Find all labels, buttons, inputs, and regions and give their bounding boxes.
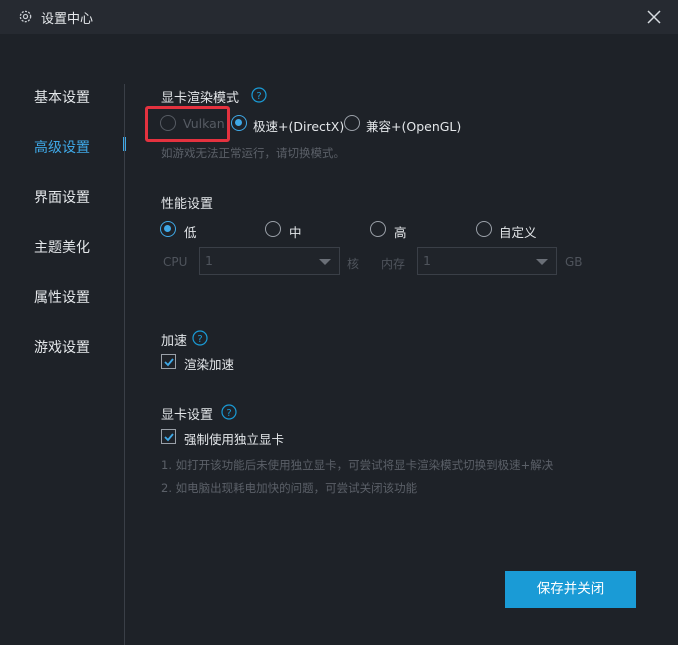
render-mode-hint: 如游戏无法正常运行，请切换模式。 — [161, 146, 345, 160]
radio-opengl[interactable] — [344, 115, 360, 131]
radio-perf-high-label: 高 — [394, 225, 407, 240]
sidebar-divider — [124, 84, 125, 645]
cpu-label: CPU — [163, 255, 188, 269]
render-mode-title: 显卡渲染模式 — [161, 91, 240, 106]
cpu-select[interactable]: 1 — [199, 247, 340, 275]
gpu-note-1: 1. 如打开该功能后未使用独立显卡，可尝试将显卡渲染模式切换到极速+解决 — [161, 458, 554, 472]
checkmark-icon — [164, 433, 174, 442]
svg-text:?: ? — [197, 334, 202, 345]
force-gpu-checkbox[interactable] — [161, 429, 176, 444]
radio-perf-low[interactable] — [160, 221, 176, 237]
sidebar-item-theme[interactable]: 主题美化 — [34, 237, 90, 257]
force-gpu-label: 强制使用独立显卡 — [184, 432, 285, 447]
window-title: 设置中心 — [41, 12, 94, 27]
radio-perf-mid[interactable] — [265, 221, 281, 237]
sidebar-item-advanced[interactable]: 高级设置 — [34, 137, 90, 157]
highlight-annotation — [145, 106, 230, 142]
radio-perf-mid-label: 中 — [289, 225, 302, 240]
cpu-select-value: 1 — [205, 253, 213, 268]
radio-opengl-label: 兼容+(OpenGL) — [366, 119, 462, 134]
radio-directx-label: 极速+(DirectX) — [253, 119, 345, 134]
gpu-note-2: 2. 如电脑出现耗电加快的问题，可尝试关闭该功能 — [161, 481, 418, 495]
question-circle-icon[interactable]: ? — [251, 87, 267, 103]
radio-directx[interactable] — [231, 115, 247, 131]
acceleration-title: 加速 — [161, 334, 188, 349]
chevron-down-icon — [536, 259, 548, 265]
performance-title: 性能设置 — [161, 197, 214, 212]
title-bar: 设置中心 — [0, 0, 678, 34]
radio-perf-high[interactable] — [370, 221, 386, 237]
radio-perf-custom[interactable] — [476, 221, 492, 237]
memory-select-value: 1 — [423, 253, 431, 268]
memory-label: 内存 — [381, 257, 406, 271]
render-accel-checkbox[interactable] — [161, 354, 176, 369]
radio-perf-low-label: 低 — [184, 225, 197, 240]
sidebar-item-basic[interactable]: 基本设置 — [34, 87, 90, 107]
gear-icon — [19, 10, 32, 23]
svg-text:?: ? — [256, 91, 261, 102]
sidebar-item-interface[interactable]: 界面设置 — [34, 187, 90, 207]
sidebar-item-game[interactable]: 游戏设置 — [34, 337, 90, 357]
render-accel-label: 渲染加速 — [184, 357, 235, 372]
memory-select[interactable]: 1 — [417, 247, 557, 275]
svg-text:?: ? — [226, 408, 231, 419]
cpu-unit: 核 — [347, 257, 360, 271]
question-circle-icon[interactable]: ? — [192, 330, 208, 346]
question-circle-icon[interactable]: ? — [221, 404, 237, 420]
radio-perf-custom-label: 自定义 — [499, 225, 537, 240]
gpu-title: 显卡设置 — [161, 408, 214, 423]
save-and-close-button[interactable]: 保存并关闭 — [505, 571, 636, 608]
checkmark-icon — [164, 358, 174, 367]
close-icon[interactable] — [644, 7, 664, 27]
memory-unit: GB — [565, 255, 583, 269]
chevron-down-icon — [319, 259, 331, 265]
sidebar-item-properties[interactable]: 属性设置 — [34, 287, 90, 307]
